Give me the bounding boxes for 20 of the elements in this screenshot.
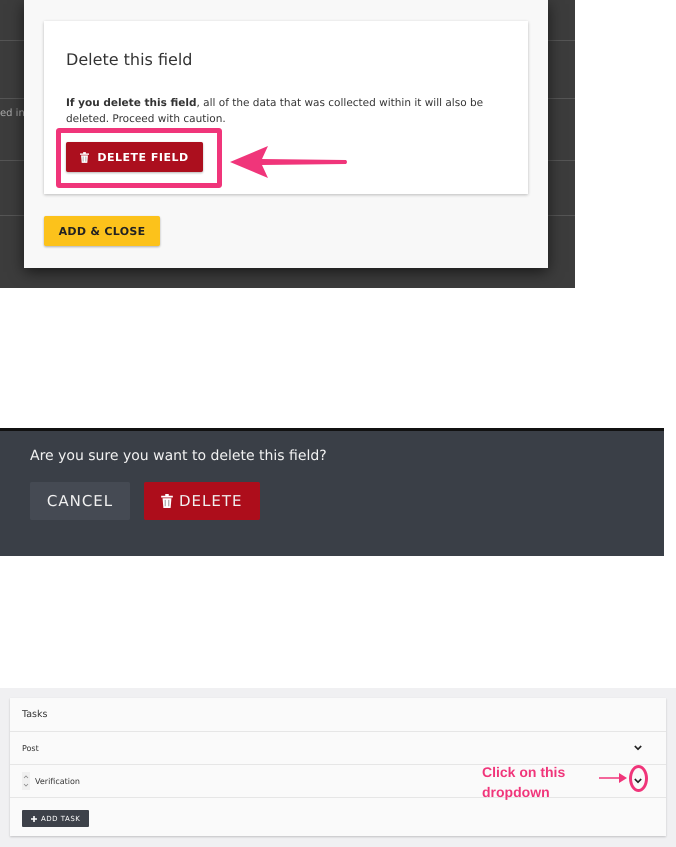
background-text: ed in <box>0 108 25 119</box>
cancel-button[interactable]: CANCEL <box>30 482 130 520</box>
annotation-text: Click on this dropdown <box>482 763 566 802</box>
confirm-question: Are you sure you want to delete this field? <box>30 448 328 464</box>
task-name: Verification <box>35 776 80 786</box>
chevron-down-icon[interactable] <box>634 745 642 751</box>
task-name: Post <box>22 744 39 752</box>
add-close-button[interactable]: ADD & CLOSE <box>44 216 160 246</box>
trash-icon <box>161 494 173 508</box>
pointer-arrow <box>599 773 627 783</box>
chevron-down-icon[interactable] <box>634 778 642 784</box>
highlight-ring <box>629 765 648 792</box>
plus-icon <box>31 816 37 822</box>
trash-icon <box>80 152 90 162</box>
reorder-arrows-icon[interactable] <box>22 772 30 790</box>
warning-text: If you delete this field, all of the data that was collected within it will also be deleted. Proceed with caution. <box>66 96 484 127</box>
delete-button[interactable]: DELETE <box>144 482 260 520</box>
tasks-title: Tasks <box>22 709 48 720</box>
card-title: Delete this field <box>66 50 194 69</box>
delete-field-button[interactable]: DELETE FIELD <box>66 142 203 172</box>
